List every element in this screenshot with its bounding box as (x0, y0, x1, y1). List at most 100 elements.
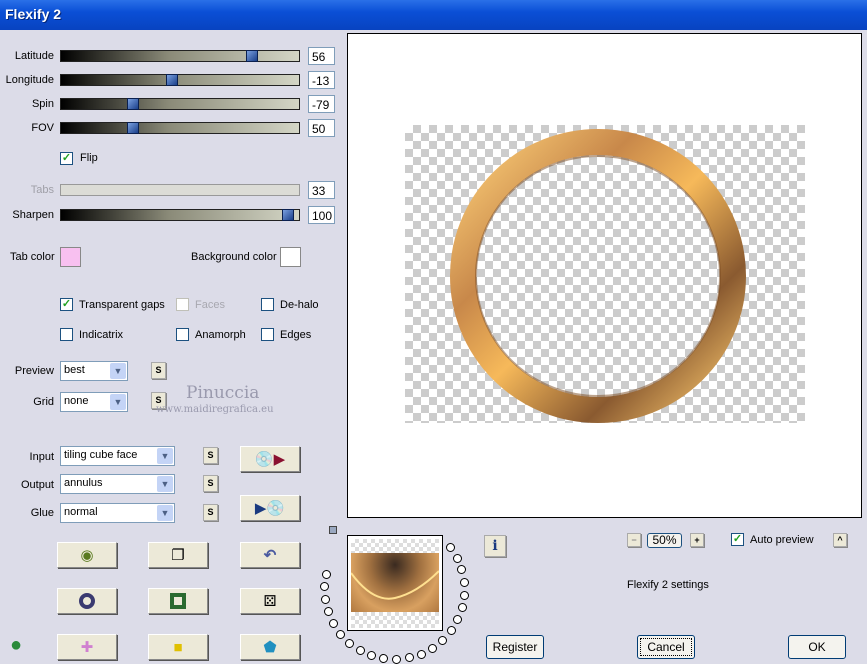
input-s-button[interactable]: S (203, 447, 218, 464)
copy-button[interactable]: ❐ (148, 542, 208, 568)
rotation-dot[interactable] (446, 626, 456, 636)
ok-button[interactable]: OK (788, 635, 846, 659)
cancel-button[interactable]: Cancel (637, 635, 695, 659)
rotation-dot[interactable] (452, 553, 462, 563)
thumbnail-handle[interactable] (329, 526, 337, 534)
de-halo-checkbox[interactable] (261, 298, 274, 311)
thumbnail-preview[interactable] (347, 535, 443, 631)
sharpen-value[interactable]: 100 (308, 206, 335, 224)
edges-label: Edges (280, 329, 312, 341)
undo-button[interactable]: ↶ (240, 542, 300, 568)
brick-button[interactable]: ■ (148, 634, 208, 660)
flip-checkbox[interactable]: ✓ (60, 152, 73, 165)
latitude-slider[interactable] (60, 50, 300, 62)
load-preset-button[interactable]: 💿▶ (240, 446, 300, 472)
spin-label: Spin (31, 98, 54, 110)
slider-thumb[interactable] (282, 209, 295, 221)
rotation-dot[interactable] (445, 542, 455, 552)
square-button[interactable] (148, 588, 208, 614)
longitude-value[interactable]: -13 (308, 71, 335, 89)
chevron-down-icon: ▼ (157, 505, 173, 521)
zoom-in-button[interactable]: + (690, 533, 704, 547)
rotation-dot[interactable] (428, 643, 438, 653)
rotation-dot[interactable] (323, 607, 333, 617)
square-frame-icon (170, 593, 186, 609)
sharpen-slider[interactable] (60, 209, 300, 221)
annulus-button[interactable] (57, 588, 117, 614)
de-halo-label: De-halo (280, 299, 319, 311)
output-select[interactable]: annulus ▼ (60, 474, 175, 494)
rotation-dot[interactable] (320, 595, 330, 605)
rotation-dot[interactable] (367, 651, 377, 661)
info-button[interactable]: i (484, 535, 506, 557)
slider-thumb[interactable] (127, 98, 140, 110)
glue-s-button[interactable]: S (203, 504, 218, 521)
glue-label: Glue (30, 507, 54, 519)
anamorph-checkbox[interactable] (176, 328, 189, 341)
glue-select[interactable]: normal ▼ (60, 503, 175, 523)
flaming-pear-logo-icon: ● (10, 634, 23, 656)
preview-label: Preview (14, 365, 54, 377)
tabs-value[interactable]: 33 (308, 181, 335, 199)
rotation-dot[interactable] (404, 653, 414, 663)
grid-select[interactable]: none ▼ (60, 392, 128, 412)
transparent-gaps-checkbox[interactable]: ✓ (60, 298, 73, 311)
rotation-dot[interactable] (457, 565, 467, 575)
rotation-dot[interactable] (321, 569, 331, 579)
polyhedron-button[interactable]: ⬟ (240, 634, 300, 660)
flip-label: Flip (80, 152, 98, 164)
tab-color-swatch[interactable] (60, 247, 81, 267)
slider-thumb[interactable] (245, 50, 258, 62)
auto-preview-checkbox[interactable]: ✓ (731, 533, 744, 546)
rotation-dot[interactable] (438, 635, 448, 645)
transparent-gaps-label: Transparent gaps (79, 299, 165, 311)
rotation-dot[interactable] (453, 615, 463, 625)
fov-slider[interactable] (60, 122, 300, 134)
indicatrix-label: Indicatrix (79, 329, 124, 341)
zoom-out-button[interactable]: − (627, 533, 641, 547)
save-preset-button[interactable]: ▶💿 (240, 495, 300, 521)
background-color-label: Background color (191, 251, 277, 263)
tabs-label: Tabs (30, 184, 54, 196)
longitude-label: Longitude (5, 74, 54, 86)
glue-value: normal (64, 506, 98, 518)
background-color-swatch[interactable] (280, 247, 301, 267)
rotation-dot[interactable] (416, 649, 426, 659)
rotation-dot[interactable] (320, 582, 330, 592)
chevron-down-icon: ▼ (110, 394, 126, 410)
copy-icon: ❐ (171, 547, 185, 564)
output-s-button[interactable]: S (203, 475, 218, 492)
collapse-button[interactable]: ^ (833, 533, 847, 547)
fov-value[interactable]: 50 (308, 119, 335, 137)
chevron-down-icon: ▼ (157, 476, 173, 492)
spin-value[interactable]: -79 (308, 95, 335, 113)
input-select[interactable]: tiling cube face ▼ (60, 446, 175, 466)
cube-net-button[interactable]: ✚ (57, 634, 117, 660)
preview-area[interactable] (347, 33, 862, 518)
output-value: annulus (64, 477, 103, 489)
rotation-dot[interactable] (336, 629, 346, 639)
chevron-down-icon: ▼ (110, 363, 126, 379)
slider-thumb[interactable] (127, 122, 140, 134)
longitude-slider[interactable] (60, 74, 300, 86)
indicatrix-checkbox[interactable] (60, 328, 73, 341)
rotation-dot[interactable] (459, 590, 469, 600)
latitude-value[interactable]: 56 (308, 47, 335, 65)
watermark-url: www.maidiregrafica.eu (156, 404, 274, 415)
rotation-dot[interactable] (355, 645, 365, 655)
pentagon-icon: ⬟ (263, 639, 277, 656)
rotation-dot[interactable] (345, 638, 355, 648)
title-bar: Flexify 2 (0, 0, 867, 30)
edges-checkbox[interactable] (261, 328, 274, 341)
rotation-dot[interactable] (379, 654, 389, 664)
rotation-dot[interactable] (459, 577, 469, 587)
rotation-dot[interactable] (328, 619, 338, 629)
spin-slider[interactable] (60, 98, 300, 110)
register-button[interactable]: Register (486, 635, 544, 659)
randomize-button[interactable]: ◉ (57, 542, 117, 568)
preview-select[interactable]: best ▼ (60, 361, 128, 381)
dice-button[interactable]: ⚄ (240, 588, 300, 614)
slider-thumb[interactable] (165, 74, 178, 86)
preview-s-button[interactable]: S (151, 362, 166, 379)
rotation-dot[interactable] (457, 603, 467, 613)
